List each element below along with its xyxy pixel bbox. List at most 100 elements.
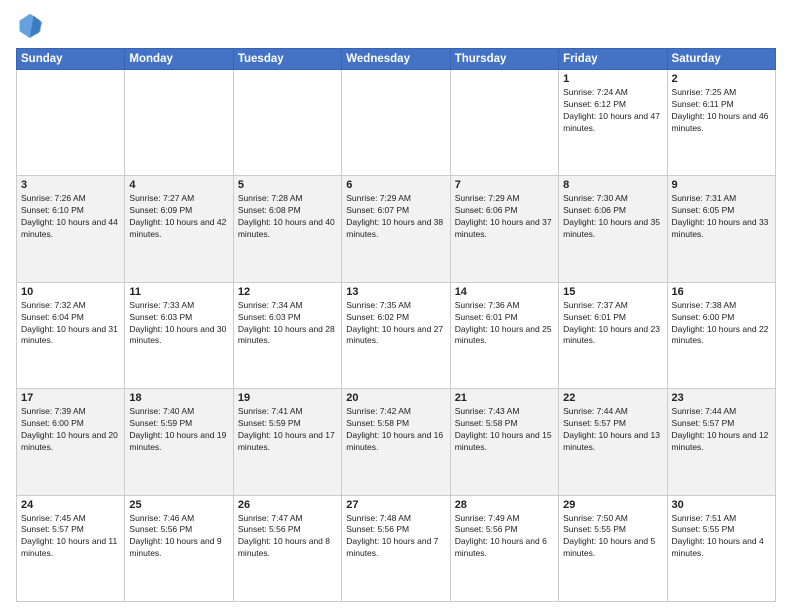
day-number: 7 [455,179,554,191]
day-number: 6 [346,179,445,191]
day-cell: 30 Sunrise: 7:51 AM Sunset: 5:55 PM Dayli… [667,495,775,601]
day-info: Sunrise: 7:24 AM Sunset: 6:12 PM Dayligh… [563,87,662,135]
day-number: 10 [21,286,120,298]
day-number: 22 [563,392,662,404]
day-cell: 23 Sunrise: 7:44 AM Sunset: 5:57 PM Dayli… [667,389,775,495]
day-info: Sunrise: 7:29 AM Sunset: 6:06 PM Dayligh… [455,193,554,241]
day-cell: 29 Sunrise: 7:50 AM Sunset: 5:55 PM Dayli… [559,495,667,601]
page: SundayMondayTuesdayWednesdayThursdayFrid… [0,0,792,612]
day-number: 1 [563,73,662,85]
day-number: 20 [346,392,445,404]
day-cell: 24 Sunrise: 7:45 AM Sunset: 5:57 PM Dayli… [17,495,125,601]
day-cell: 5Sunrise: 7:28 AM Sunset: 6:08 PM Daylig… [233,176,341,282]
week-row-3: 10Sunrise: 7:32 AM Sunset: 6:04 PM Dayli… [17,282,776,388]
weekday-header-monday: Monday [125,49,233,70]
weekday-header-saturday: Saturday [667,49,775,70]
day-info: Sunrise: 7:44 AM Sunset: 5:57 PM Dayligh… [672,406,771,454]
day-cell: 17 Sunrise: 7:39 AM Sunset: 6:00 PM Dayli… [17,389,125,495]
day-cell: 3 Sunrise: 7:26 AM Sunset: 6:10 PM Daylig… [17,176,125,282]
day-cell: 27 Sunrise: 7:48 AM Sunset: 5:56 PM Dayli… [342,495,450,601]
day-info: Sunrise: 7:38 AM Sunset: 6:00 PM Dayligh… [672,300,771,348]
day-number: 27 [346,499,445,511]
day-number: 18 [129,392,228,404]
day-info: Sunrise: 7:39 AM Sunset: 6:00 PM Dayligh… [21,406,120,454]
weekday-header-tuesday: Tuesday [233,49,341,70]
day-info: Sunrise: 7:34 AM Sunset: 6:03 PM Dayligh… [238,300,337,348]
day-cell [450,70,558,176]
day-number: 21 [455,392,554,404]
day-number: 15 [563,286,662,298]
header [16,12,776,40]
day-number: 17 [21,392,120,404]
day-number: 9 [672,179,771,191]
day-info: Sunrise: 7:41 AM Sunset: 5:59 PM Dayligh… [238,406,337,454]
day-cell: 6Sunrise: 7:29 AM Sunset: 6:07 PM Daylig… [342,176,450,282]
day-number: 24 [21,499,120,511]
week-row-4: 17 Sunrise: 7:39 AM Sunset: 6:00 PM Dayli… [17,389,776,495]
day-number: 12 [238,286,337,298]
calendar-table: SundayMondayTuesdayWednesdayThursdayFrid… [16,48,776,602]
day-cell [125,70,233,176]
day-info: Sunrise: 7:27 AM Sunset: 6:09 PM Dayligh… [129,193,228,241]
day-info: Sunrise: 7:48 AM Sunset: 5:56 PM Dayligh… [346,513,445,561]
day-info: Sunrise: 7:31 AM Sunset: 6:05 PM Dayligh… [672,193,771,241]
day-cell: 1 Sunrise: 7:24 AM Sunset: 6:12 PM Daylig… [559,70,667,176]
day-info: Sunrise: 7:35 AM Sunset: 6:02 PM Dayligh… [346,300,445,348]
day-info: Sunrise: 7:49 AM Sunset: 5:56 PM Dayligh… [455,513,554,561]
day-cell: 14Sunrise: 7:36 AM Sunset: 6:01 PM Dayli… [450,282,558,388]
day-number: 4 [129,179,228,191]
day-info: Sunrise: 7:47 AM Sunset: 5:56 PM Dayligh… [238,513,337,561]
day-cell: 13 Sunrise: 7:35 AM Sunset: 6:02 PM Dayli… [342,282,450,388]
logo-icon [16,12,44,40]
day-cell: 4 Sunrise: 7:27 AM Sunset: 6:09 PM Daylig… [125,176,233,282]
day-cell: 2 Sunrise: 7:25 AM Sunset: 6:11 PM Daylig… [667,70,775,176]
day-info: Sunrise: 7:44 AM Sunset: 5:57 PM Dayligh… [563,406,662,454]
day-number: 29 [563,499,662,511]
day-info: Sunrise: 7:51 AM Sunset: 5:55 PM Dayligh… [672,513,771,561]
logo [16,12,48,40]
day-cell: 10Sunrise: 7:32 AM Sunset: 6:04 PM Dayli… [17,282,125,388]
weekday-header-wednesday: Wednesday [342,49,450,70]
day-number: 28 [455,499,554,511]
day-number: 8 [563,179,662,191]
day-info: Sunrise: 7:42 AM Sunset: 5:58 PM Dayligh… [346,406,445,454]
weekday-header-sunday: Sunday [17,49,125,70]
day-info: Sunrise: 7:30 AM Sunset: 6:06 PM Dayligh… [563,193,662,241]
day-number: 14 [455,286,554,298]
day-cell [342,70,450,176]
day-info: Sunrise: 7:45 AM Sunset: 5:57 PM Dayligh… [21,513,120,561]
day-number: 16 [672,286,771,298]
weekday-header-thursday: Thursday [450,49,558,70]
day-cell: 20 Sunrise: 7:42 AM Sunset: 5:58 PM Dayli… [342,389,450,495]
day-cell: 26 Sunrise: 7:47 AM Sunset: 5:56 PM Dayli… [233,495,341,601]
week-row-5: 24 Sunrise: 7:45 AM Sunset: 5:57 PM Dayli… [17,495,776,601]
day-number: 2 [672,73,771,85]
weekday-header-row: SundayMondayTuesdayWednesdayThursdayFrid… [17,49,776,70]
week-row-2: 3 Sunrise: 7:26 AM Sunset: 6:10 PM Daylig… [17,176,776,282]
day-number: 23 [672,392,771,404]
day-cell: 16 Sunrise: 7:38 AM Sunset: 6:00 PM Dayli… [667,282,775,388]
day-cell: 7 Sunrise: 7:29 AM Sunset: 6:06 PM Daylig… [450,176,558,282]
day-number: 25 [129,499,228,511]
day-info: Sunrise: 7:50 AM Sunset: 5:55 PM Dayligh… [563,513,662,561]
day-info: Sunrise: 7:25 AM Sunset: 6:11 PM Dayligh… [672,87,771,135]
day-cell: 8 Sunrise: 7:30 AM Sunset: 6:06 PM Daylig… [559,176,667,282]
day-info: Sunrise: 7:26 AM Sunset: 6:10 PM Dayligh… [21,193,120,241]
day-info: Sunrise: 7:33 AM Sunset: 6:03 PM Dayligh… [129,300,228,348]
day-cell: 28 Sunrise: 7:49 AM Sunset: 5:56 PM Dayli… [450,495,558,601]
day-info: Sunrise: 7:40 AM Sunset: 5:59 PM Dayligh… [129,406,228,454]
day-cell [233,70,341,176]
day-cell: 19Sunrise: 7:41 AM Sunset: 5:59 PM Dayli… [233,389,341,495]
day-number: 11 [129,286,228,298]
day-number: 30 [672,499,771,511]
week-row-1: 1 Sunrise: 7:24 AM Sunset: 6:12 PM Daylig… [17,70,776,176]
day-number: 5 [238,179,337,191]
day-number: 26 [238,499,337,511]
day-cell: 25Sunrise: 7:46 AM Sunset: 5:56 PM Dayli… [125,495,233,601]
day-cell: 15 Sunrise: 7:37 AM Sunset: 6:01 PM Dayli… [559,282,667,388]
day-cell: 9 Sunrise: 7:31 AM Sunset: 6:05 PM Daylig… [667,176,775,282]
day-cell: 18 Sunrise: 7:40 AM Sunset: 5:59 PM Dayli… [125,389,233,495]
day-info: Sunrise: 7:37 AM Sunset: 6:01 PM Dayligh… [563,300,662,348]
day-number: 3 [21,179,120,191]
day-number: 13 [346,286,445,298]
